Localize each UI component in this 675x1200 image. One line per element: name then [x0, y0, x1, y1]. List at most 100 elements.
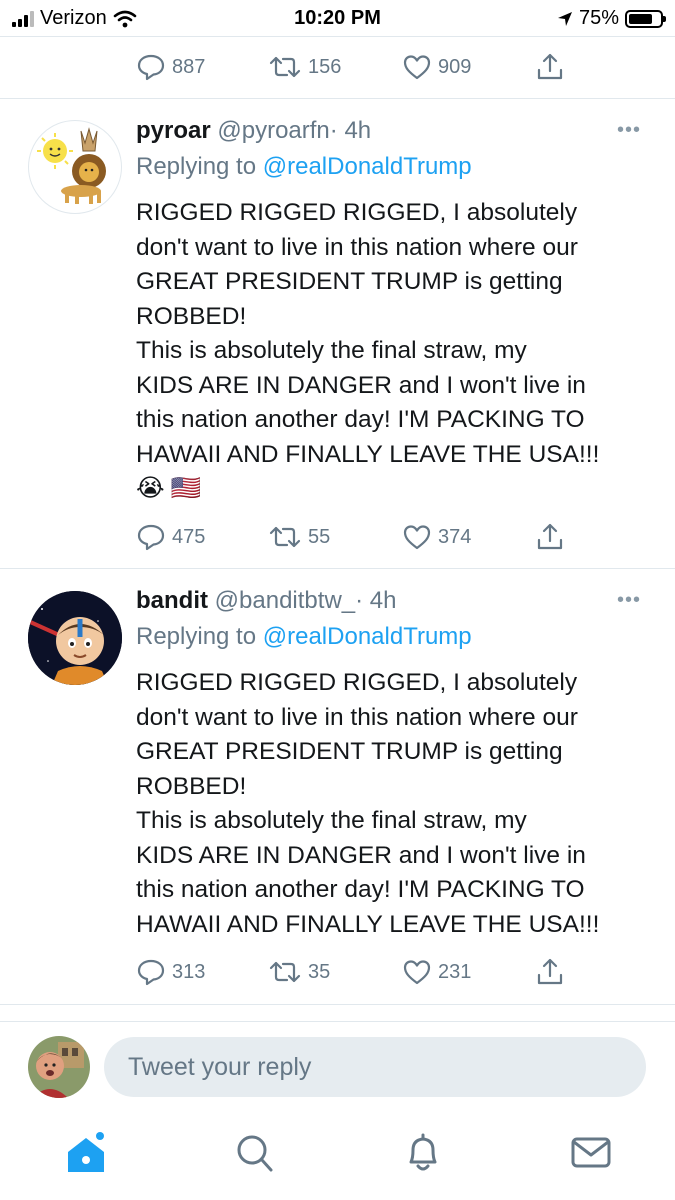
reply-count: 475 [172, 525, 206, 548]
retweet-count: 156 [308, 55, 342, 78]
like-button[interactable]: 231 [402, 958, 471, 986]
more-options-icon[interactable]: ••• [617, 119, 641, 142]
retweet-icon [269, 56, 301, 78]
tab-messages[interactable] [570, 1132, 612, 1177]
avatar[interactable] [28, 591, 122, 685]
tweet-actions: 475 55 374 [136, 520, 566, 554]
cartoon-boy-avatar-icon [28, 591, 122, 685]
location-arrow-icon [557, 11, 572, 26]
tweet-line: ROBBED! [136, 302, 247, 330]
messages-icon [571, 1137, 611, 1168]
reply-input[interactable]: Tweet your reply [104, 1037, 646, 1097]
like-count: 231 [438, 960, 472, 983]
tab-notifications[interactable] [403, 1132, 443, 1179]
more-options-icon[interactable]: ••• [617, 589, 641, 612]
battery-icon [625, 9, 666, 28]
like-count: 374 [438, 525, 472, 548]
display-name[interactable]: bandit [136, 587, 208, 614]
retweet-button[interactable]: 55 [268, 525, 330, 549]
notifications-icon [409, 1133, 437, 1171]
reply-button[interactable]: 313 [136, 958, 205, 986]
reply-placeholder: Tweet your reply [128, 1053, 312, 1081]
tweet-line: this nation another day! I'M PACKING TO [136, 406, 585, 433]
reply-count: 313 [172, 960, 206, 983]
crying-face-emoji: 😭 [136, 474, 165, 502]
replying-prefix: Replying to [136, 623, 257, 650]
avatar[interactable] [28, 120, 122, 214]
tweet-time: · 4h [329, 117, 372, 144]
search-icon [237, 1135, 273, 1172]
tweet-line: don't want to live in this nation where … [136, 703, 578, 731]
tweet-line: This is absolutely the final straw, my [136, 337, 527, 364]
heart-icon [403, 525, 431, 550]
mention-link[interactable]: @realDonaldTrump [263, 623, 472, 650]
retweet-icon [269, 961, 301, 983]
tweet-line: ROBBED! [136, 772, 247, 800]
user-handle[interactable]: @pyroarfn [217, 117, 329, 144]
retweet-count: 35 [308, 960, 331, 983]
tweet-actions: 313 35 231 [136, 955, 566, 989]
like-count: 909 [438, 55, 472, 78]
tab-bar [0, 1110, 675, 1200]
tweet-text: RIGGED RIGGED RIGGED, I absolutely don't… [136, 196, 656, 506]
replying-to: Replying to @realDonaldTrump [136, 153, 472, 181]
us-flag-emoji: 🇺🇸 [170, 474, 202, 502]
mention-link[interactable]: @realDonaldTrump [263, 153, 472, 180]
tweet-time: · 4h [355, 587, 397, 614]
tweet-line: RIGGED RIGGED RIGGED, I absolutely [136, 199, 578, 226]
display-name[interactable]: pyroar [136, 117, 211, 144]
reply-count: 887 [172, 55, 206, 78]
like-button[interactable]: 909 [402, 53, 471, 81]
lion-drawing-icon [37, 127, 106, 204]
retweet-button[interactable]: 156 [268, 55, 341, 79]
share-button[interactable] [536, 52, 564, 82]
tab-search[interactable] [235, 1132, 275, 1179]
replying-to: Replying to @realDonaldTrump [136, 623, 472, 651]
tweet-line: this nation another day! I'M PACKING TO [136, 876, 585, 903]
tweet-line: HAWAII AND FINALLY LEAVE THE USA!!! [136, 910, 600, 938]
tweet-line: KIDS ARE IN DANGER and I won't live in [136, 371, 586, 399]
tweet-line: HAWAII AND FINALLY LEAVE THE USA!!! [136, 440, 600, 468]
tab-home[interactable] [64, 1132, 108, 1181]
divider [0, 1004, 675, 1005]
tweet-line: GREAT PRESIDENT TRUMP is getting [136, 738, 563, 765]
divider [0, 36, 675, 37]
battery-percent: 75% [578, 7, 619, 29]
heart-icon [403, 55, 431, 80]
tweet-header: bandit @banditbtw_· 4h [136, 587, 396, 615]
user-photo-icon [28, 1036, 90, 1098]
share-icon [537, 523, 563, 550]
retweet-button[interactable]: 35 [268, 960, 330, 984]
retweet-icon [269, 526, 301, 548]
tweet[interactable]: bandit @banditbtw_· 4h ••• Replying to @… [0, 585, 675, 1005]
home-icon [68, 1132, 104, 1172]
retweet-count: 55 [308, 525, 331, 548]
top-tweet-actions: 887 156 909 [136, 50, 566, 84]
tweet-line: don't want to live in this nation where … [136, 233, 578, 261]
share-button[interactable] [536, 522, 564, 552]
replying-prefix: Replying to [136, 153, 257, 180]
divider [0, 1021, 675, 1022]
tweet-line: This is absolutely the final straw, my [136, 807, 527, 834]
reply-icon [137, 959, 165, 986]
tweet-line: KIDS ARE IN DANGER and I won't live in [136, 841, 586, 869]
reply-button[interactable]: 475 [136, 523, 205, 551]
tweet-header: pyroar @pyroarfn· 4h [136, 117, 371, 145]
tweet-line: RIGGED RIGGED RIGGED, I absolutely [136, 669, 578, 696]
current-user-avatar[interactable] [28, 1036, 90, 1098]
reply-icon [137, 524, 165, 551]
emoji-row: 😭 🇺🇸 [136, 472, 656, 506]
user-handle[interactable]: @banditbtw_ [215, 587, 355, 614]
reply-button[interactable]: 887 [136, 53, 205, 81]
tweet[interactable]: pyroar @pyroarfn· 4h ••• Replying to @re… [0, 115, 675, 565]
status-bar: Verizon 10:20 PM 75% [0, 0, 675, 36]
like-button[interactable]: 374 [402, 523, 471, 551]
heart-icon [403, 960, 431, 985]
tweet-text: RIGGED RIGGED RIGGED, I absolutely don't… [136, 666, 656, 942]
share-button[interactable] [536, 957, 564, 987]
share-icon [537, 958, 563, 985]
divider [0, 568, 675, 569]
reply-icon [137, 54, 165, 81]
tweet-line: GREAT PRESIDENT TRUMP is getting [136, 268, 563, 295]
divider [0, 98, 675, 99]
